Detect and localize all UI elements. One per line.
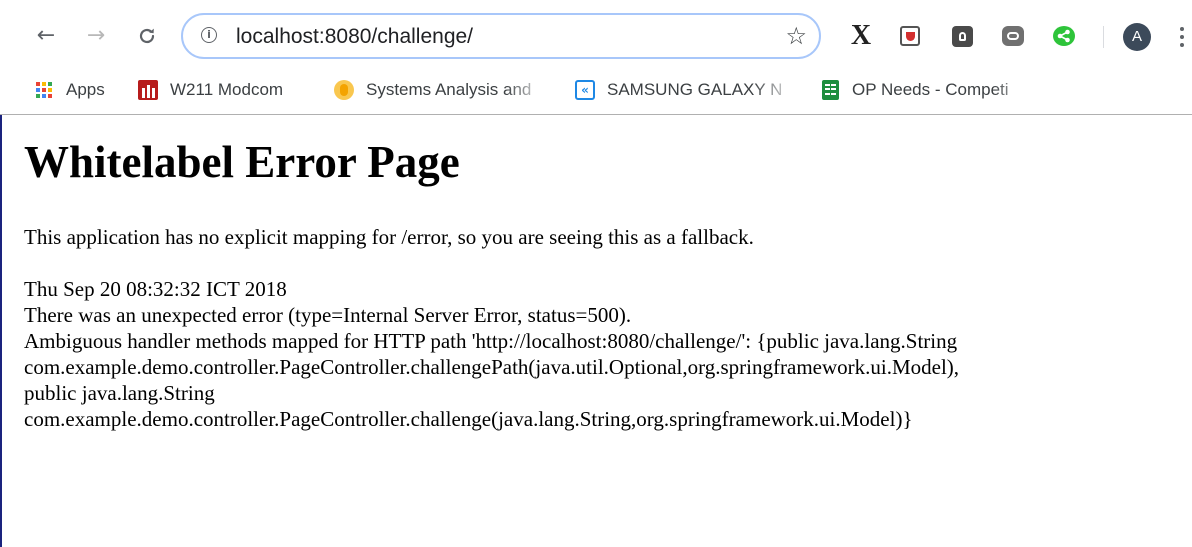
browser-toolbar: ← → i localhost:8080/challenge/ ☆ X A xyxy=(0,0,1192,68)
arrow-right-icon[interactable]: → xyxy=(83,22,109,50)
bookmark-op-needs[interactable]: OP Needs - Competi xyxy=(820,78,1036,102)
bookmark-apps[interactable]: Apps xyxy=(34,78,105,102)
sheets-icon xyxy=(820,80,840,100)
url-text[interactable]: localhost:8080/challenge/ xyxy=(236,25,473,49)
x-extension-icon[interactable]: X xyxy=(849,20,873,51)
bookmark-label: Apps xyxy=(66,80,105,99)
green-share-icon[interactable] xyxy=(1052,24,1076,48)
k-icon: « xyxy=(575,80,595,100)
apps-grid-icon xyxy=(34,80,54,100)
chat-extension-icon[interactable] xyxy=(1001,24,1025,48)
bookmarks-bar: Apps W211 Modcom Systems Analysis and « … xyxy=(0,68,1192,115)
reload-icon[interactable] xyxy=(134,22,160,50)
bookmark-label: SAMSUNG GALAXY N xyxy=(607,80,783,99)
modcom-icon xyxy=(138,80,158,100)
error-details: Thu Sep 20 08:32:32 ICT 2018 There was a… xyxy=(24,276,1184,432)
toolbar-divider xyxy=(1103,26,1104,48)
more-vert-icon[interactable] xyxy=(1178,22,1186,52)
page-content: Whitelabel Error Page This application h… xyxy=(24,118,1184,432)
error-timestamp: Thu Sep 20 08:32:32 ICT 2018 xyxy=(24,277,287,301)
bookmark-w211-modcom[interactable]: W211 Modcom xyxy=(138,78,283,102)
lightbulb-extension-icon[interactable] xyxy=(950,24,974,48)
star-icon[interactable]: ☆ xyxy=(785,22,807,50)
profile-avatar[interactable]: A xyxy=(1123,23,1151,51)
page-title: Whitelabel Error Page xyxy=(24,137,460,187)
bookmark-label: W211 Modcom xyxy=(170,80,284,99)
address-bar[interactable]: i localhost:8080/challenge/ ☆ xyxy=(181,13,821,59)
systems-analysis-icon xyxy=(334,80,354,100)
error-message-line: com.example.demo.controller.PageControll… xyxy=(24,407,913,431)
info-icon[interactable]: i xyxy=(201,27,217,43)
bookmark-label: OP Needs - Competi xyxy=(852,80,1009,99)
error-intro: This application has no explicit mapping… xyxy=(24,225,754,249)
error-message-line: public java.lang.String xyxy=(24,381,215,405)
bookmark-systems-analysis[interactable]: Systems Analysis and xyxy=(334,78,548,102)
bookmark-samsung-galaxy[interactable]: « SAMSUNG GALAXY N xyxy=(575,78,797,102)
error-message-line: com.example.demo.controller.PageControll… xyxy=(24,355,960,379)
pocket-shield-icon[interactable] xyxy=(898,24,922,48)
error-status: There was an unexpected error (type=Inte… xyxy=(24,303,632,327)
bookmark-label: Systems Analysis and xyxy=(366,80,532,99)
error-message-line: Ambiguous handler methods mapped for HTT… xyxy=(24,329,958,353)
arrow-left-icon[interactable]: ← xyxy=(33,22,59,50)
